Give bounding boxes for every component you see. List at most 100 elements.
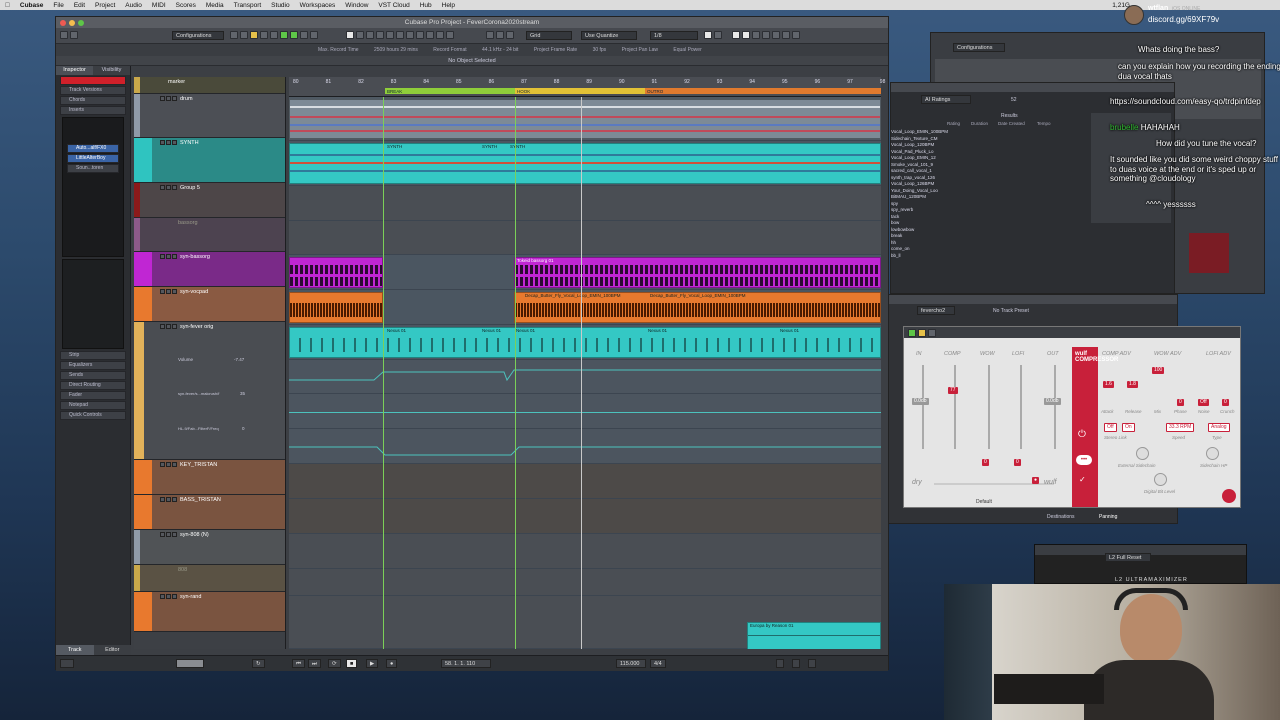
split-tool-icon[interactable]: [366, 31, 374, 39]
track-name[interactable]: syn-bassorg: [180, 254, 210, 260]
frame-rate[interactable]: 30 fps: [593, 47, 607, 53]
automation-volume-value[interactable]: -7.47: [234, 357, 244, 362]
plugin-read-icon[interactable]: [918, 329, 926, 337]
out-value[interactable]: 0.0db: [1044, 398, 1061, 405]
event-bassorg-1[interactable]: [289, 257, 383, 288]
menu-edit[interactable]: Edit: [69, 2, 90, 9]
marker-break[interactable]: BREAK: [385, 88, 515, 94]
in-fader[interactable]: [922, 365, 924, 449]
track-header-syn-808[interactable]: syn-808 (N): [134, 530, 285, 565]
signature-display[interactable]: 4/4: [650, 659, 666, 668]
menu-midi[interactable]: MIDI: [147, 2, 171, 9]
inspector-direct-routing[interactable]: Direct Routing: [60, 381, 126, 390]
minimize-icon[interactable]: [69, 19, 75, 26]
toolbar-btn-r[interactable]: [280, 31, 288, 39]
plugin-power-icon[interactable]: [908, 329, 916, 337]
tab-visibility[interactable]: Visibility: [93, 66, 130, 75]
automation-fx2-value[interactable]: 0: [242, 426, 245, 431]
col-duration[interactable]: Duration: [971, 121, 988, 126]
toolbar-btn-w[interactable]: [290, 31, 298, 39]
comp-fader[interactable]: [954, 365, 956, 449]
menu-file[interactable]: File: [48, 2, 68, 9]
toolbar-btn-a2[interactable]: [732, 31, 740, 39]
menu-workspaces[interactable]: Workspaces: [295, 2, 341, 9]
track-header-marker[interactable]: marker: [134, 77, 285, 94]
play-button[interactable]: ▶: [366, 659, 379, 668]
menu-audio[interactable]: Audio: [120, 2, 147, 9]
menu-media[interactable]: Media: [201, 2, 229, 9]
comp-value[interactable]: 77: [948, 387, 958, 394]
wow-fader[interactable]: [988, 365, 990, 449]
track-buttons[interactable]: [160, 594, 177, 599]
tab-editor[interactable]: Editor: [93, 645, 131, 655]
activity-icon[interactable]: [60, 659, 74, 668]
event-display[interactable]: SYNTH SYNTH SYNTH Tokeid bassorg 01 Deca…: [289, 97, 881, 649]
result-row[interactable]: bb_ll: [891, 253, 1071, 260]
loop-locator-right[interactable]: [515, 97, 516, 649]
track-name[interactable]: BASS_TRISTAN: [180, 497, 221, 503]
channel-name[interactable]: fevercho2: [917, 306, 955, 315]
transport-btn-b[interactable]: [792, 659, 800, 668]
toolbar-btn-s[interactable]: [260, 31, 268, 39]
stereo-link-on[interactable]: On: [1122, 423, 1135, 432]
event-synth[interactable]: SYNTH SYNTH SYNTH: [289, 143, 881, 184]
track-buttons[interactable]: [160, 289, 177, 294]
toolbar-btn-e2[interactable]: [772, 31, 780, 39]
track-header-syn-fever-orig[interactable]: syn-fever orig Volume -7.47 syn-fever/s.…: [134, 322, 285, 460]
record-button[interactable]: ●: [386, 659, 398, 668]
menu-help[interactable]: Help: [437, 2, 460, 9]
toolbar-btn-1[interactable]: [230, 31, 238, 39]
wow-value[interactable]: 0: [982, 459, 989, 466]
track-buttons[interactable]: [160, 497, 177, 502]
out-fader[interactable]: [1054, 365, 1056, 449]
col-tempo[interactable]: Tempo: [1037, 121, 1051, 126]
event-vocpad-2[interactable]: Decap_Butter_Fly_Vocal_Loop_EMIN_100BPM …: [514, 292, 881, 323]
inspector-quick-controls[interactable]: Quick Controls: [60, 411, 126, 420]
power-icon[interactable]: ⏻: [1078, 429, 1086, 440]
selected-track-name[interactable]: [60, 76, 126, 85]
menu-project[interactable]: Project: [90, 2, 120, 9]
track-buttons[interactable]: [160, 185, 177, 190]
loop-locator-left[interactable]: [383, 97, 384, 649]
grid-type[interactable]: [506, 31, 514, 39]
inspector-inserts[interactable]: Inserts: [60, 106, 126, 115]
configurations-select[interactable]: Configurations: [172, 31, 224, 40]
event-drum[interactable]: [289, 99, 881, 139]
insert-slot-2[interactable]: LittleAlterBoy: [67, 154, 119, 163]
menu-vst-cloud[interactable]: VST Cloud: [373, 2, 414, 9]
toolbar-btn-2[interactable]: [240, 31, 248, 39]
noise-value[interactable]: Off: [1198, 399, 1209, 406]
position-display[interactable]: 58. 1. 1. 110: [441, 659, 491, 668]
more-icon[interactable]: •••: [1076, 455, 1092, 465]
insert-slot-1[interactable]: Auto...alf/FX0: [67, 144, 119, 153]
loop-icon[interactable]: ↻: [252, 659, 265, 668]
menu-cubase[interactable]: Cubase: [15, 2, 48, 9]
inspector-chords[interactable]: Chords: [60, 96, 126, 105]
event-vocpad-1[interactable]: [289, 292, 383, 323]
track-name[interactable]: KEY_TRISTAN: [180, 462, 217, 468]
track-buttons[interactable]: [160, 324, 177, 329]
automation-fx-value[interactable]: 35: [240, 391, 245, 396]
stereo-link-off[interactable]: Off: [1104, 423, 1117, 432]
toolbar-btn-d2[interactable]: [762, 31, 770, 39]
glue-tool-icon[interactable]: [376, 31, 384, 39]
track-name[interactable]: syn-vocpad: [180, 289, 208, 295]
automation-line-fx[interactable]: [289, 412, 881, 413]
track-name[interactable]: 808: [178, 567, 187, 573]
col-rating[interactable]: Rating: [947, 121, 960, 126]
tab-inspector[interactable]: Inspector: [56, 66, 93, 75]
track-header-group5[interactable]: Group 5: [134, 183, 285, 218]
stop-button[interactable]: ■: [346, 659, 358, 668]
marker-hook[interactable]: HOOK: [515, 88, 645, 94]
track-name[interactable]: Group 5: [180, 185, 200, 191]
digital-bit-level-knob[interactable]: [1154, 473, 1167, 486]
track-header-drum[interactable]: drum: [134, 94, 285, 138]
marker-outro[interactable]: OUTRO: [645, 88, 881, 94]
toolbar-btn-a[interactable]: [300, 31, 308, 39]
tab-destinations[interactable]: Destinations: [1047, 514, 1075, 520]
range-tool-icon[interactable]: [356, 31, 364, 39]
dry-wet-handle[interactable]: ●: [1032, 477, 1040, 484]
attack-value[interactable]: 1.6: [1103, 381, 1114, 388]
menu-scores[interactable]: Scores: [171, 2, 201, 9]
toolbar-btn-c2[interactable]: [752, 31, 760, 39]
